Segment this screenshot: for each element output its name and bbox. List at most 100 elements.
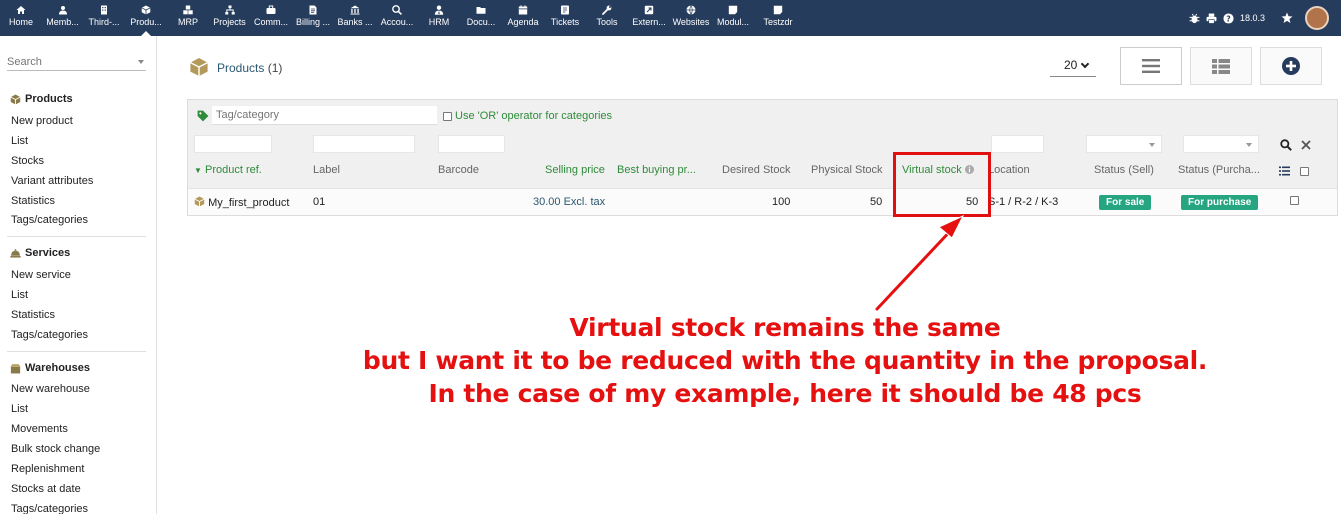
- sidebar-section-services[interactable]: Services: [10, 247, 70, 259]
- annotation-text: Virtual stock remains the same but I wan…: [340, 311, 1230, 410]
- nav-item-members[interactable]: Memb...: [42, 0, 83, 36]
- version-label: 18.0.3: [1239, 13, 1265, 23]
- bars-icon: [1142, 59, 1160, 73]
- or-operator-checkbox[interactable]: [443, 112, 452, 121]
- box-open-icon: [10, 363, 21, 373]
- list-columns-icon[interactable]: [1279, 166, 1290, 176]
- column-header-status-purchase[interactable]: Status (Purcha...: [1178, 164, 1260, 176]
- nav-item-documents[interactable]: Docu...: [460, 0, 502, 36]
- new-product-button[interactable]: [1260, 47, 1322, 85]
- close-icon[interactable]: [1301, 140, 1311, 150]
- nav-item-home[interactable]: Home: [0, 0, 42, 36]
- nav-item-billing[interactable]: Billing ...: [292, 0, 334, 36]
- list-view-button[interactable]: [1120, 47, 1182, 85]
- filter-barcode[interactable]: [438, 135, 505, 153]
- sidebar-item-stocks[interactable]: Stocks: [11, 155, 44, 167]
- nav-item-hrm[interactable]: HRM: [418, 0, 460, 36]
- select-all-checkbox[interactable]: [1300, 167, 1309, 176]
- sidebar-item-list[interactable]: List: [11, 403, 28, 415]
- star-icon[interactable]: [1281, 12, 1293, 24]
- sidebar-item-tags-categories[interactable]: Tags/categories: [11, 329, 88, 341]
- tag-icon: [197, 110, 209, 122]
- nav-item-external[interactable]: Extern...: [628, 0, 670, 36]
- sidebar-item-list[interactable]: List: [11, 289, 28, 301]
- nav-item-tickets[interactable]: Tickets: [544, 0, 586, 36]
- sidebar-item-variant-attributes[interactable]: Variant attributes: [11, 175, 93, 187]
- sidebar-item-bulk-stock-change[interactable]: Bulk stock change: [11, 443, 100, 455]
- cell-physical-stock: 50: [870, 196, 883, 208]
- printer-icon[interactable]: [1206, 13, 1217, 24]
- row-select-checkbox[interactable]: [1290, 196, 1299, 205]
- column-header-product-ref[interactable]: ▼ Product ref.: [194, 164, 262, 176]
- sidebar-item-statistics[interactable]: Statistics: [11, 195, 55, 207]
- column-header-barcode[interactable]: Barcode: [438, 164, 479, 176]
- filter-status-sell[interactable]: [1086, 135, 1162, 153]
- sort-down-icon: ▼: [194, 166, 202, 175]
- calendar-icon: [518, 5, 528, 15]
- nav-item-banks[interactable]: Banks ...: [334, 0, 376, 36]
- nav-item-agenda[interactable]: Agenda: [502, 0, 544, 36]
- cell-desired-stock: 100: [772, 196, 791, 208]
- kanban-view-button[interactable]: [1190, 47, 1252, 85]
- sidebar-item-stocks-at-date[interactable]: Stocks at date: [11, 483, 81, 495]
- home-icon: [16, 6, 26, 14]
- search-box[interactable]: [7, 55, 146, 71]
- nav-item-commercial[interactable]: Comm...: [250, 0, 292, 36]
- tag-category-input[interactable]: [212, 106, 437, 125]
- table-filters-header: Use 'OR' operator for categories ▼ Produ…: [188, 100, 1337, 188]
- folder-icon: [476, 7, 486, 14]
- nav-item-third-parties[interactable]: Third-...: [83, 0, 125, 36]
- filter-label[interactable]: [313, 135, 415, 153]
- annotation-line: In the case of my example, here it shoul…: [428, 379, 1142, 408]
- search-input[interactable]: [7, 55, 127, 69]
- wrench-icon: [602, 5, 612, 15]
- module-icon: [728, 5, 738, 15]
- nav-item-modules[interactable]: Modul...: [712, 0, 754, 36]
- sidebar-item-new-service[interactable]: New service: [11, 269, 71, 281]
- sidebar-item-movements[interactable]: Movements: [11, 423, 68, 435]
- column-header-location[interactable]: Location: [988, 164, 1030, 176]
- sidebar-item-tags-categories[interactable]: Tags/categories: [11, 503, 88, 514]
- filter-location[interactable]: [991, 135, 1044, 153]
- filter-status-purchase[interactable]: [1183, 135, 1259, 153]
- table-row[interactable]: My_first_product 01 30.00 Excl. tax 100 …: [188, 188, 1337, 215]
- column-header-physical-stock[interactable]: Physical Stock: [811, 164, 883, 176]
- sidebar-divider: [7, 236, 146, 237]
- globe-icon: [686, 5, 696, 15]
- page-limit-select[interactable]: 20: [1050, 57, 1096, 77]
- nav-item-accounting[interactable]: Accou...: [376, 0, 418, 36]
- sidebar-section-products[interactable]: Products: [10, 93, 73, 105]
- sidebar-item-new-warehouse[interactable]: New warehouse: [11, 383, 90, 395]
- nav-item-mrp[interactable]: MRP: [167, 0, 209, 36]
- column-header-desired-stock[interactable]: Desired Stock: [722, 164, 790, 176]
- sidebar-item-list[interactable]: List: [11, 135, 28, 147]
- sidebar-section-warehouses[interactable]: Warehouses: [10, 362, 90, 374]
- user-tie-icon: [434, 5, 444, 15]
- column-header-label[interactable]: Label: [313, 164, 340, 176]
- nav-item-testzdr[interactable]: Testzdr: [754, 0, 802, 36]
- column-header-selling-price[interactable]: Selling price: [545, 164, 605, 176]
- column-header-status-sell[interactable]: Status (Sell): [1094, 164, 1154, 176]
- product-ref-link[interactable]: My_first_product: [194, 196, 289, 209]
- sidebar-item-statistics[interactable]: Statistics: [11, 309, 55, 321]
- chevron-down-icon: [1081, 59, 1090, 69]
- help-icon[interactable]: ?: [1223, 12, 1234, 24]
- column-header-best-buying-price[interactable]: Best buying pr...: [617, 164, 696, 176]
- nav-item-projects[interactable]: Projects: [209, 0, 250, 36]
- annotation-line: Virtual stock remains the same: [569, 313, 1001, 342]
- sidebar-item-replenishment[interactable]: Replenishment: [11, 463, 84, 475]
- bug-icon[interactable]: [1189, 13, 1200, 24]
- search-icon[interactable]: [1280, 139, 1292, 151]
- nav-item-products[interactable]: Produ...: [125, 0, 167, 36]
- sidebar-item-tags-categories[interactable]: Tags/categories: [11, 214, 88, 226]
- cube-icon: [10, 94, 21, 104]
- cube-icon: [141, 5, 151, 15]
- user-avatar[interactable]: [1305, 6, 1329, 30]
- status-badge-purchase: For purchase: [1181, 195, 1259, 210]
- cell-selling-price: 30.00 Excl. tax: [533, 196, 606, 208]
- annotation-highlight-box: [893, 152, 991, 217]
- filter-product-ref[interactable]: [194, 135, 272, 153]
- nav-item-tools[interactable]: Tools: [586, 0, 628, 36]
- nav-item-websites[interactable]: Websites: [670, 0, 712, 36]
- sidebar-item-new-product[interactable]: New product: [11, 115, 73, 127]
